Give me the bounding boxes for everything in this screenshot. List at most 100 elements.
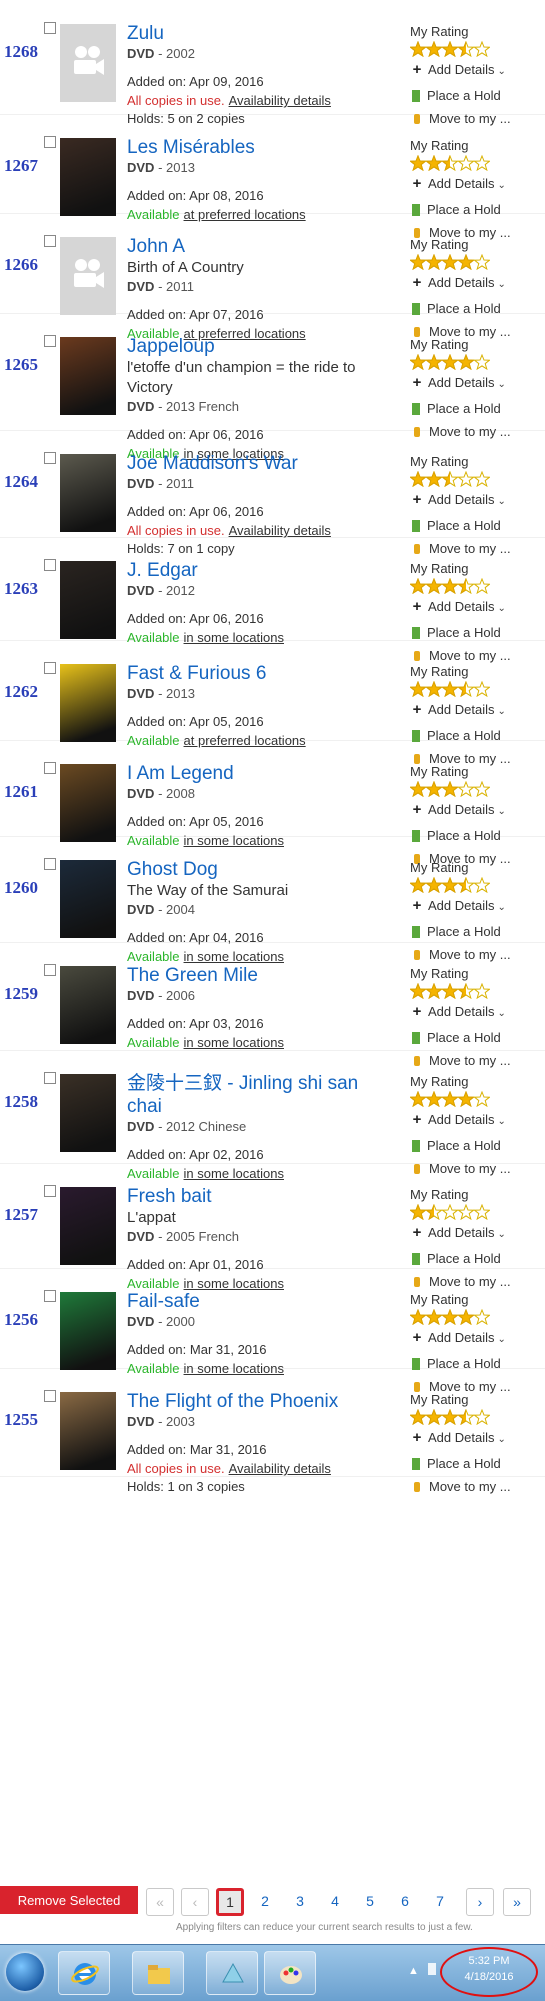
availability-link[interactable]: Availability details: [229, 523, 331, 538]
select-checkbox[interactable]: [44, 335, 56, 347]
add-details-button[interactable]: + Add Details ⌄: [410, 270, 540, 298]
add-details-button[interactable]: + Add Details ⌄: [410, 487, 540, 515]
add-details-button[interactable]: + Add Details ⌄: [410, 1325, 540, 1353]
rating-stars[interactable]: [410, 1204, 490, 1220]
rating-stars[interactable]: [410, 254, 490, 270]
page-6-button[interactable]: 6: [391, 1888, 419, 1916]
move-to-button[interactable]: Move to my ...: [410, 1475, 540, 1499]
select-checkbox[interactable]: [44, 1290, 56, 1302]
remove-selected-button[interactable]: Remove Selected: [0, 1886, 138, 1914]
add-details-button[interactable]: + Add Details ⌄: [410, 1425, 540, 1453]
file-explorer-icon[interactable]: [132, 1951, 184, 1995]
cover-image[interactable]: [60, 561, 116, 639]
item-title-link[interactable]: Joe Maddison's War: [127, 452, 392, 475]
select-checkbox[interactable]: [44, 22, 56, 34]
rating-stars[interactable]: [410, 681, 490, 697]
last-page-button[interactable]: »: [503, 1888, 531, 1916]
availability-link[interactable]: Availability details: [229, 93, 331, 108]
item-title-link[interactable]: I Am Legend: [127, 762, 392, 785]
add-details-button[interactable]: + Add Details ⌄: [410, 1220, 540, 1248]
page-5-button[interactable]: 5: [356, 1888, 384, 1916]
rating-stars[interactable]: [410, 1409, 490, 1425]
add-details-button[interactable]: + Add Details ⌄: [410, 999, 540, 1027]
select-checkbox[interactable]: [44, 452, 56, 464]
cover-image[interactable]: [60, 138, 116, 216]
cover-image[interactable]: [60, 764, 116, 842]
select-checkbox[interactable]: [44, 1390, 56, 1402]
item-title-link[interactable]: John A: [127, 235, 392, 258]
item-title-link[interactable]: The Green Mile: [127, 964, 392, 987]
rating-stars[interactable]: [410, 877, 490, 893]
cover-image[interactable]: [60, 664, 116, 742]
place-hold-button[interactable]: Place a Hold: [410, 1453, 540, 1475]
internet-explorer-icon[interactable]: [58, 1951, 110, 1995]
add-details-button[interactable]: + Add Details ⌄: [410, 57, 540, 85]
cover-image[interactable]: [60, 337, 116, 415]
start-button[interactable]: [6, 1953, 44, 1991]
availability-link[interactable]: in some locations: [184, 1035, 284, 1050]
place-hold-button[interactable]: Place a Hold: [410, 921, 540, 943]
item-title-link[interactable]: Jappeloup: [127, 335, 392, 358]
cover-image[interactable]: [60, 1187, 116, 1265]
rating-stars[interactable]: [410, 781, 490, 797]
place-hold-button[interactable]: Place a Hold: [410, 515, 540, 537]
tray-expand-icon[interactable]: ▲: [408, 1965, 419, 1977]
add-details-button[interactable]: + Add Details ⌄: [410, 697, 540, 725]
place-hold-button[interactable]: Place a Hold: [410, 398, 540, 420]
paint-icon[interactable]: [264, 1951, 316, 1995]
place-hold-button[interactable]: Place a Hold: [410, 85, 540, 107]
page-4-button[interactable]: 4: [321, 1888, 349, 1916]
item-title-link[interactable]: Fail-safe: [127, 1290, 392, 1313]
availability-link[interactable]: Availability details: [229, 1461, 331, 1476]
rating-stars[interactable]: [410, 1091, 490, 1107]
rating-stars[interactable]: [410, 578, 490, 594]
select-checkbox[interactable]: [44, 964, 56, 976]
item-title-link[interactable]: 金陵十三釵 - Jinling shi san chai: [127, 1072, 392, 1118]
select-checkbox[interactable]: [44, 235, 56, 247]
page-7-button[interactable]: 7: [426, 1888, 454, 1916]
select-checkbox[interactable]: [44, 858, 56, 870]
cover-image[interactable]: [60, 1074, 116, 1152]
item-title-link[interactable]: Les Misérables: [127, 136, 392, 159]
rating-stars[interactable]: [410, 983, 490, 999]
rating-stars[interactable]: [410, 354, 490, 370]
place-hold-button[interactable]: Place a Hold: [410, 1135, 540, 1157]
select-checkbox[interactable]: [44, 136, 56, 148]
page-2-button[interactable]: 2: [251, 1888, 279, 1916]
item-title-link[interactable]: Fast & Furious 6: [127, 662, 392, 685]
page-1-button[interactable]: 1: [216, 1888, 244, 1916]
item-title-link[interactable]: Fresh bait: [127, 1185, 392, 1208]
first-page-button[interactable]: «: [146, 1888, 174, 1916]
add-details-button[interactable]: + Add Details ⌄: [410, 893, 540, 921]
rating-stars[interactable]: [410, 471, 490, 487]
cover-placeholder-icon[interactable]: [60, 237, 116, 315]
rating-stars[interactable]: [410, 41, 490, 57]
select-checkbox[interactable]: [44, 762, 56, 774]
select-checkbox[interactable]: [44, 662, 56, 674]
item-title-link[interactable]: J. Edgar: [127, 559, 392, 582]
volume-icon[interactable]: [428, 1963, 436, 1975]
place-hold-button[interactable]: Place a Hold: [410, 1027, 540, 1049]
add-details-button[interactable]: + Add Details ⌄: [410, 171, 540, 199]
cover-placeholder-icon[interactable]: [60, 24, 116, 102]
cover-image[interactable]: [60, 860, 116, 938]
item-title-link[interactable]: Zulu: [127, 22, 392, 45]
prev-page-button[interactable]: ‹: [181, 1888, 209, 1916]
cover-image[interactable]: [60, 1292, 116, 1370]
app-icon[interactable]: [206, 1951, 258, 1995]
item-title-link[interactable]: Ghost Dog: [127, 858, 392, 881]
select-checkbox[interactable]: [44, 559, 56, 571]
cover-image[interactable]: [60, 454, 116, 532]
cover-image[interactable]: [60, 966, 116, 1044]
page-3-button[interactable]: 3: [286, 1888, 314, 1916]
item-title-link[interactable]: The Flight of the Phoenix: [127, 1390, 392, 1413]
cover-image[interactable]: [60, 1392, 116, 1470]
next-page-button[interactable]: ›: [466, 1888, 494, 1916]
select-checkbox[interactable]: [44, 1072, 56, 1084]
add-details-button[interactable]: + Add Details ⌄: [410, 797, 540, 825]
place-hold-button[interactable]: Place a Hold: [410, 1248, 540, 1270]
add-details-button[interactable]: + Add Details ⌄: [410, 1107, 540, 1135]
select-checkbox[interactable]: [44, 1185, 56, 1197]
add-details-button[interactable]: + Add Details ⌄: [410, 594, 540, 622]
rating-stars[interactable]: [410, 1309, 490, 1325]
